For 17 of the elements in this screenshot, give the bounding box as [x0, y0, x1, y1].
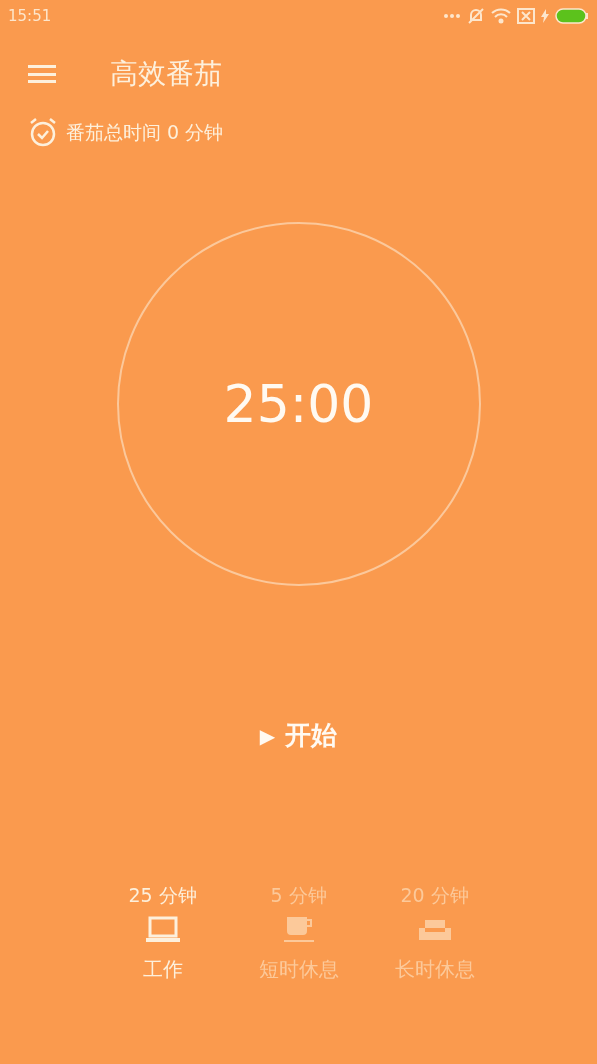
alarm-clock-icon — [28, 116, 58, 148]
status-time: 15:51 — [8, 5, 52, 27]
laptop-icon — [144, 915, 181, 944]
more-icon — [443, 13, 461, 19]
charging-icon — [541, 9, 549, 23]
mode-tab[interactable]: 5 分钟 短时休息 — [246, 881, 351, 984]
timer-text: 25:00 — [223, 373, 374, 436]
app-title: 高效番茄 — [110, 56, 222, 92]
total-time-text: 番茄总时间 0 分钟 — [66, 119, 224, 145]
menu-button[interactable] — [28, 63, 56, 85]
mute-icon — [467, 7, 485, 25]
sim-icon — [517, 8, 535, 24]
mode-tab[interactable]: 25 分钟 工作 — [110, 881, 215, 984]
battery-icon — [555, 8, 589, 24]
start-button[interactable]: ▶ 开始 — [259, 716, 338, 755]
wifi-icon — [491, 8, 511, 24]
mode-tab[interactable]: 20 分钟 长时休息 — [382, 881, 487, 984]
